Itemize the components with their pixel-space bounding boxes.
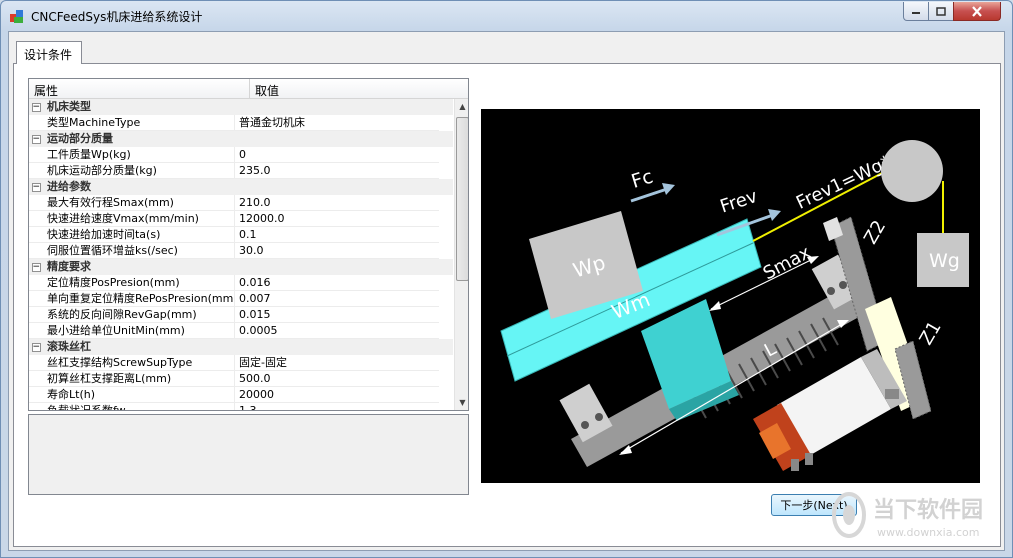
property-value[interactable]: 12000.0	[235, 211, 439, 227]
client-area: 设计条件 属性 取值 − 机床类型 类型MachineType 普通金切机床 − 运动部分…	[8, 31, 1005, 551]
property-value[interactable]: 0.016	[235, 275, 439, 291]
property-name: 系统的反向间隙RevGap(mm)	[29, 307, 235, 323]
grid-property-row[interactable]: 最大有效行程Smax(mm) 210.0	[29, 195, 453, 211]
property-name: 最小进给单位UnitMin(mm)	[29, 323, 235, 339]
feed-system-diagram: Wm Wp Fc Frev Frev1=Wg*9.8 Wg Z2 Z1 Smax…	[481, 109, 980, 483]
property-name: 快速进给速度Vmax(mm/min)	[29, 211, 235, 227]
vertical-scrollbar[interactable]: ▲ ▼	[454, 99, 468, 410]
property-value[interactable]: 0.0005	[235, 323, 439, 339]
grid-category-row[interactable]: − 机床类型	[29, 99, 453, 115]
grid-category-row[interactable]: − 滚珠丝杠	[29, 339, 453, 355]
category-name: 进给参数	[47, 180, 91, 193]
collapse-icon[interactable]: −	[29, 179, 43, 195]
tab-design-conditions[interactable]: 设计条件	[16, 41, 82, 64]
category-name: 滚珠丝杠	[47, 340, 91, 353]
collapse-icon[interactable]: −	[29, 131, 43, 147]
grid-property-row[interactable]: 寿命Lt(h) 20000	[29, 387, 453, 403]
grid-property-row[interactable]: 类型MachineType 普通金切机床	[29, 115, 453, 131]
grid-property-row[interactable]: 单向重复定位精度RePosPresion(mm) 0.007	[29, 291, 453, 307]
property-value[interactable]: 0.1	[235, 227, 439, 243]
property-value[interactable]: 30.0	[235, 243, 439, 259]
grid-property-row[interactable]: 快速进给速度Vmax(mm/min) 12000.0	[29, 211, 453, 227]
property-name: 类型MachineType	[29, 115, 235, 131]
column-header-value[interactable]: 取值	[250, 79, 468, 99]
grid-category-row[interactable]: − 运动部分质量	[29, 131, 453, 147]
category-name: 精度要求	[47, 260, 91, 273]
close-icon	[972, 5, 982, 17]
description-panel	[28, 414, 469, 495]
main-window: CNCFeedSys机床进给系统设计 设计条件 属性 取值 − 机床类型 类型Mac…	[0, 0, 1013, 558]
grid-property-row[interactable]: 最小进给单位UnitMin(mm) 0.0005	[29, 323, 453, 339]
close-button[interactable]	[953, 2, 1001, 21]
collapse-icon[interactable]: −	[29, 99, 43, 115]
category-name: 机床类型	[47, 100, 91, 113]
grid-rows: − 机床类型 类型MachineType 普通金切机床 − 运动部分质量 工件质量Wp(kg…	[29, 99, 453, 410]
grid-category-row[interactable]: − 进给参数	[29, 179, 453, 195]
property-value[interactable]: 1.3	[235, 403, 439, 410]
property-name: 最大有效行程Smax(mm)	[29, 195, 235, 211]
property-name: 机床运动部分质量(kg)	[29, 163, 235, 179]
maximize-button[interactable]	[928, 2, 954, 21]
title-bar[interactable]: CNCFeedSys机床进给系统设计	[1, 1, 1012, 31]
property-grid: 属性 取值 − 机床类型 类型MachineType 普通金切机床 − 运动部分质量 工件质…	[28, 78, 469, 411]
column-header-property[interactable]: 属性	[29, 79, 250, 99]
grid-property-row[interactable]: 机床运动部分质量(kg) 235.0	[29, 163, 453, 179]
property-name: 寿命Lt(h)	[29, 387, 235, 403]
property-name: 负载状况系数fw	[29, 403, 235, 410]
grid-property-row[interactable]: 负载状况系数fw 1.3	[29, 403, 453, 410]
property-name: 丝杠支撑结构ScrewSupType	[29, 355, 235, 371]
property-name: 伺服位置循环增益ks(/sec)	[29, 243, 235, 259]
grid-property-row[interactable]: 定位精度PosPresion(mm) 0.016	[29, 275, 453, 291]
watermark-brand: 当下软件园	[873, 497, 983, 523]
property-value[interactable]: 0.007	[235, 291, 439, 307]
scroll-down-arrow-icon[interactable]: ▼	[455, 395, 468, 410]
grid-property-row[interactable]: 快速进给加速时间ta(s) 0.1	[29, 227, 453, 243]
grid-category-row[interactable]: − 精度要求	[29, 259, 453, 275]
maximize-icon	[936, 6, 946, 16]
window-title: CNCFeedSys机床进给系统设计	[31, 10, 203, 24]
scroll-thumb[interactable]	[456, 117, 468, 281]
property-value[interactable]: 500.0	[235, 371, 439, 387]
property-value[interactable]: 0	[235, 147, 439, 163]
property-name: 快速进给加速时间ta(s)	[29, 227, 235, 243]
label-wg: Wg	[929, 250, 960, 272]
collapse-icon[interactable]: −	[29, 259, 43, 275]
grid-property-row[interactable]: 工件质量Wp(kg) 0	[29, 147, 453, 163]
property-name: 单向重复定位精度RePosPresion(mm)	[29, 291, 235, 307]
collapse-icon[interactable]: −	[29, 339, 43, 355]
grid-property-row[interactable]: 初算丝杠支撑距离L(mm) 500.0	[29, 371, 453, 387]
property-value[interactable]: 235.0	[235, 163, 439, 179]
property-name: 工件质量Wp(kg)	[29, 147, 235, 163]
category-name: 运动部分质量	[47, 132, 113, 145]
scroll-up-arrow-icon[interactable]: ▲	[455, 99, 468, 114]
watermark-url: www.downxia.com	[877, 526, 979, 539]
property-value[interactable]: 普通金切机床	[235, 115, 439, 131]
app-icon	[10, 10, 23, 23]
minimize-button[interactable]	[903, 2, 929, 21]
grid-header: 属性 取值	[29, 79, 468, 99]
property-value[interactable]: 固定-固定	[235, 355, 439, 371]
minimize-icon	[912, 12, 920, 14]
grid-property-row[interactable]: 伺服位置循环增益ks(/sec) 30.0	[29, 243, 453, 259]
property-value[interactable]: 210.0	[235, 195, 439, 211]
property-value[interactable]: 20000	[235, 387, 439, 403]
pulley	[881, 140, 943, 202]
grid-property-row[interactable]: 系统的反向间隙RevGap(mm) 0.015	[29, 307, 453, 323]
property-value[interactable]: 0.015	[235, 307, 439, 323]
watermark-logo: 当下软件园 www.downxia.com	[832, 492, 983, 539]
property-name: 初算丝杠支撑距离L(mm)	[29, 371, 235, 387]
property-name: 定位精度PosPresion(mm)	[29, 275, 235, 291]
grid-property-row[interactable]: 丝杠支撑结构ScrewSupType 固定-固定	[29, 355, 453, 371]
tab-page: 属性 取值 − 机床类型 类型MachineType 普通金切机床 − 运动部分质量 工件质…	[13, 63, 1001, 547]
